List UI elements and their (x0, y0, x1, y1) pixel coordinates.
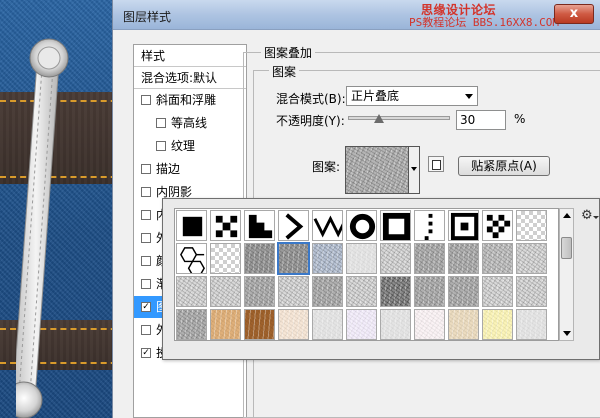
style-checkbox[interactable] (141, 210, 151, 220)
pattern-swatch-chevrons[interactable] (278, 210, 309, 241)
pattern-swatch-light-noise[interactable] (380, 243, 411, 274)
style-checkbox[interactable] (141, 325, 151, 335)
style-item-label: 描边 (156, 162, 181, 176)
style-checkbox[interactable] (156, 118, 166, 128)
pattern-swatch-x-pattern[interactable] (210, 210, 241, 241)
style-checkbox[interactable] (141, 279, 151, 289)
pattern-swatch-light-noise[interactable] (210, 276, 241, 307)
style-item[interactable]: 斜面和浮雕 (134, 89, 246, 111)
scroll-up-icon[interactable] (563, 213, 571, 218)
pattern-swatch-gray-noise[interactable] (244, 276, 275, 307)
pattern-swatch-transparent[interactable] (210, 243, 241, 274)
pattern-swatch-checker-diamond[interactable] (482, 210, 513, 241)
pattern-swatch-tan[interactable] (210, 309, 241, 340)
pattern-preview[interactable] (345, 146, 409, 194)
opacity-slider-thumb[interactable] (373, 114, 384, 123)
pattern-scrollbar[interactable] (559, 208, 574, 341)
pattern-swatch-light-gray[interactable] (346, 243, 377, 274)
pattern-swatch-light-noise[interactable] (516, 243, 547, 274)
opacity-input[interactable]: 30 (456, 110, 506, 130)
watermark-text: PS教程论坛 BBS.16XX8.COM (409, 16, 559, 29)
pattern-swatch-noise-gray[interactable] (244, 243, 275, 274)
style-checkbox[interactable] (141, 187, 151, 197)
pattern-swatch-gray-noise[interactable] (414, 243, 445, 274)
style-item-label: 等高线 (171, 116, 208, 130)
opacity-label: 不透明度(Y): (276, 114, 345, 128)
pattern-swatch-transparent[interactable] (516, 210, 547, 241)
pattern-swatch-light-noise[interactable] (482, 276, 513, 307)
pattern-swatch-noise-blue[interactable] (312, 243, 343, 274)
new-preset-icon[interactable] (428, 156, 444, 172)
pattern-swatch-light-noise[interactable] (176, 276, 207, 307)
pattern-swatch-gray-noise[interactable] (414, 276, 445, 307)
pattern-label: 图案: (312, 160, 341, 174)
style-item-label: 斜面和浮雕 (156, 93, 217, 107)
style-checkbox[interactable] (141, 164, 151, 174)
style-item[interactable]: 描边 (134, 158, 246, 180)
chevron-down-icon (411, 167, 417, 171)
snap-to-origin-button[interactable]: 贴紧原点(A) (458, 156, 550, 176)
style-checkbox[interactable]: ✓ (141, 302, 151, 312)
pattern-swatch-gray-noise[interactable] (448, 243, 479, 274)
pattern-swatch-ring[interactable] (346, 210, 377, 241)
gear-icon[interactable]: ⚙ (581, 209, 593, 223)
section-title: 图案叠加 (261, 44, 316, 61)
title-bar[interactable]: 图层样式 思缘设计论坛 PS教程论坛 BBS.16XX8.COM x (113, 0, 600, 30)
blend-options-item[interactable]: 混合选项:默认 (134, 67, 246, 89)
pattern-swatch-light-gray[interactable] (380, 309, 411, 340)
pattern-swatch-gray-noise[interactable] (176, 309, 207, 340)
style-checkbox[interactable] (156, 141, 166, 151)
styles-header[interactable]: 样式 (134, 45, 246, 67)
pattern-swatch-dark-noise[interactable] (380, 276, 411, 307)
pattern-swatch-noise-gray[interactable] (277, 242, 310, 275)
opacity-slider[interactable] (348, 116, 450, 120)
scroll-thumb[interactable] (561, 236, 572, 259)
pattern-swatch-hexagons[interactable] (176, 243, 207, 274)
style-checkbox[interactable] (141, 95, 151, 105)
pattern-picker-popup: ⚙ (162, 198, 600, 360)
style-checkbox[interactable]: ✓ (141, 348, 151, 358)
style-item-label: 纹理 (171, 139, 196, 153)
dialog-title: 图层样式 (123, 10, 172, 24)
pattern-swatch-light-noise[interactable] (278, 276, 309, 307)
pattern-swatch-pink-white[interactable] (414, 309, 445, 340)
pattern-swatch-gray-noise[interactable] (448, 276, 479, 307)
pattern-swatch-lavender[interactable] (346, 309, 377, 340)
style-checkbox[interactable] (141, 233, 151, 243)
opacity-unit: % (514, 112, 526, 126)
chevron-down-icon (465, 94, 473, 99)
pattern-swatch-black-square[interactable] (176, 210, 207, 241)
blend-mode-label: 混合模式(B): (276, 92, 346, 106)
pattern-swatch-square-target[interactable] (448, 210, 479, 241)
pattern-swatch-dots-column[interactable] (414, 210, 445, 241)
chevron-down-icon (593, 216, 599, 219)
style-item[interactable]: 等高线 (134, 112, 246, 134)
blend-mode-value: 正片叠底 (351, 89, 400, 103)
pattern-swatch-staircase[interactable] (244, 210, 275, 241)
leather-strap (16, 38, 69, 418)
pattern-dropdown-button[interactable] (409, 146, 420, 194)
pattern-swatch-gray-grid[interactable] (482, 243, 513, 274)
pattern-swatch-zigzag[interactable] (312, 210, 343, 241)
pattern-swatch-gray-noise[interactable] (312, 276, 343, 307)
close-button[interactable]: x (554, 4, 594, 24)
group-title: 图案 (269, 63, 300, 80)
pattern-grid (174, 208, 559, 341)
pattern-swatch-light-gray[interactable] (312, 309, 343, 340)
pattern-swatch-light-peach[interactable] (278, 309, 309, 340)
style-checkbox[interactable] (141, 256, 151, 266)
pattern-swatch-square-ring[interactable] (380, 210, 411, 241)
pattern-swatch-light-beige[interactable] (448, 309, 479, 340)
scroll-down-icon[interactable] (563, 331, 571, 336)
pattern-swatch-light-noise[interactable] (516, 276, 547, 307)
style-item[interactable]: 纹理 (134, 135, 246, 157)
pattern-swatch-light-noise[interactable] (346, 276, 377, 307)
pattern-swatch-light-yellow[interactable] (482, 309, 513, 340)
pattern-swatch-brown[interactable] (244, 309, 275, 340)
pattern-swatch-light-gray[interactable] (516, 309, 547, 340)
blend-mode-select[interactable]: 正片叠底 (346, 86, 478, 106)
